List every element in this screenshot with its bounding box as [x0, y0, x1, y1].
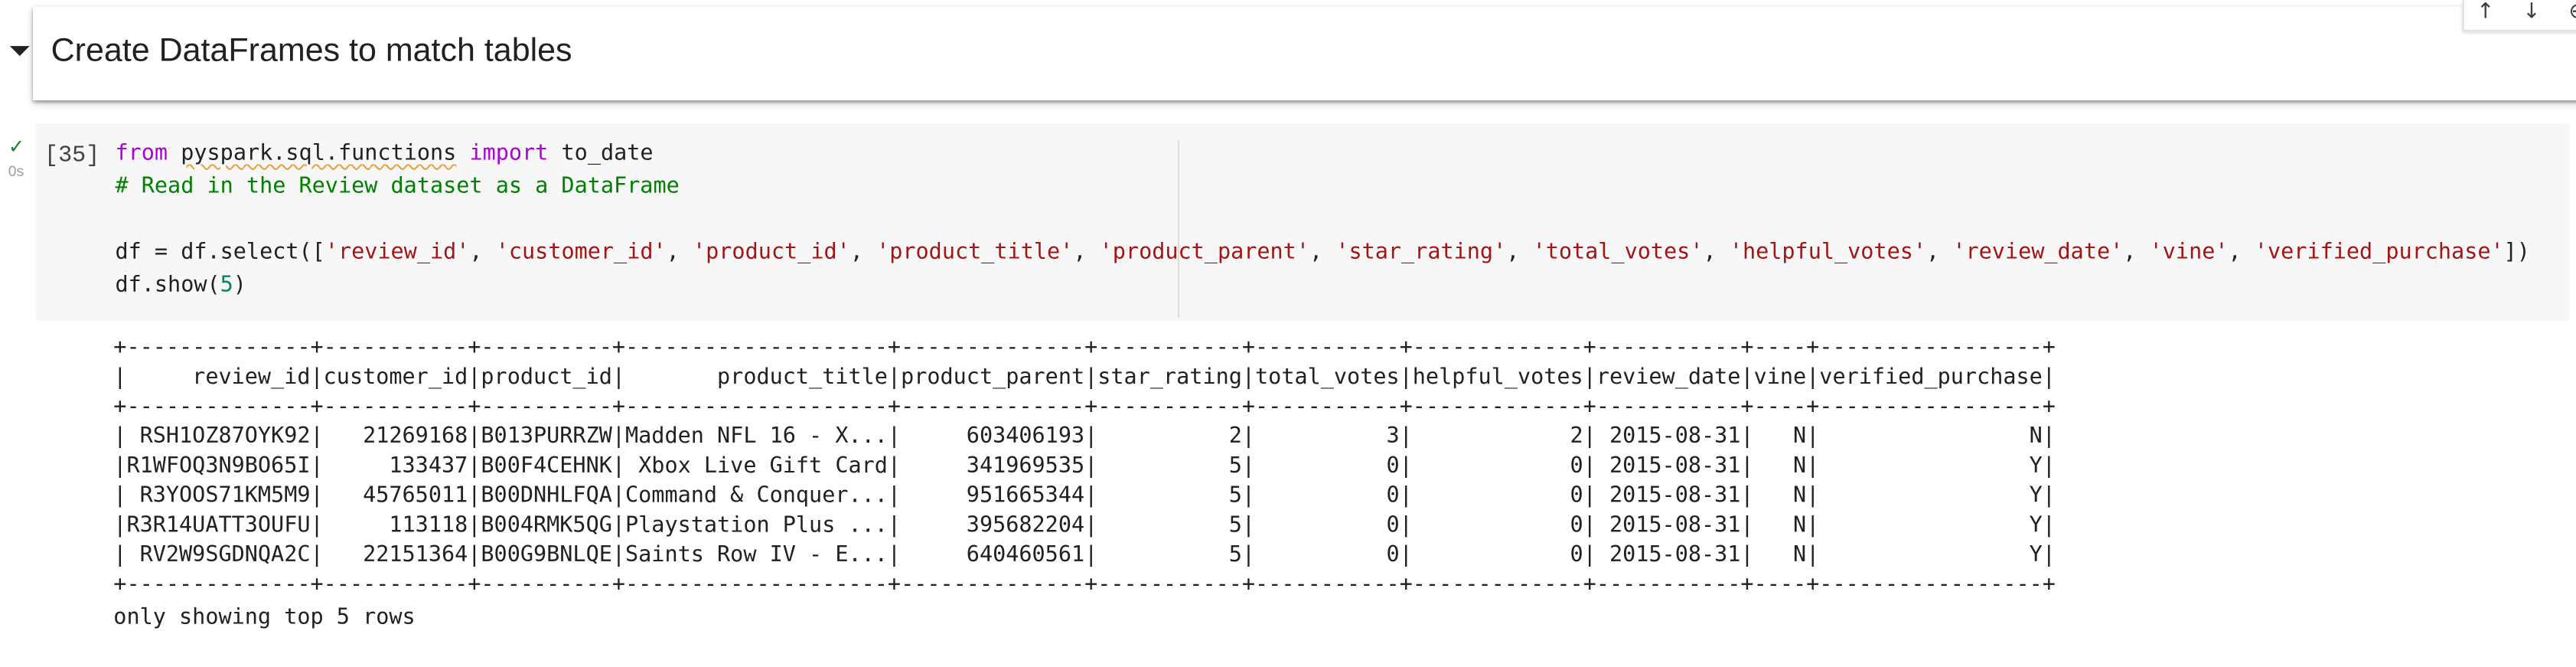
code-line[interactable]: # Read in the Review dataset as a DataFr… [115, 173, 679, 203]
caret-down-icon[interactable] [9, 46, 30, 57]
link-icon[interactable]: ⊖ [2559, 0, 2576, 26]
output-footer: only showing top 5 rows [113, 605, 416, 631]
arrow-down-icon[interactable]: ↓ [2513, 0, 2549, 26]
ruler-divider [1177, 139, 1180, 318]
code-editor[interactable]: from pyspark.sql.functions import to_dat… [36, 123, 2570, 322]
run-status-check-icon: ✓ [8, 135, 25, 159]
code-line[interactable]: df.show(5) [115, 272, 246, 302]
code-line[interactable]: df = df.select(['review_id', 'customer_i… [115, 239, 2530, 269]
code-line[interactable]: from pyspark.sql.functions import to_dat… [115, 140, 653, 170]
markdown-heading-cell[interactable]: Create DataFrames to match tables [32, 6, 2576, 101]
arrow-up-icon[interactable]: ↑ [2467, 0, 2503, 26]
run-duration: 0s [8, 162, 24, 180]
execution-count[interactable]: [35] [44, 143, 99, 169]
cell-toolbar: ↑ ↓ ⊖ [2462, 0, 2576, 31]
section-heading: Create DataFrames to match tables [51, 32, 572, 70]
output-table: +--------------+-----------+----------+-… [113, 335, 2056, 598]
